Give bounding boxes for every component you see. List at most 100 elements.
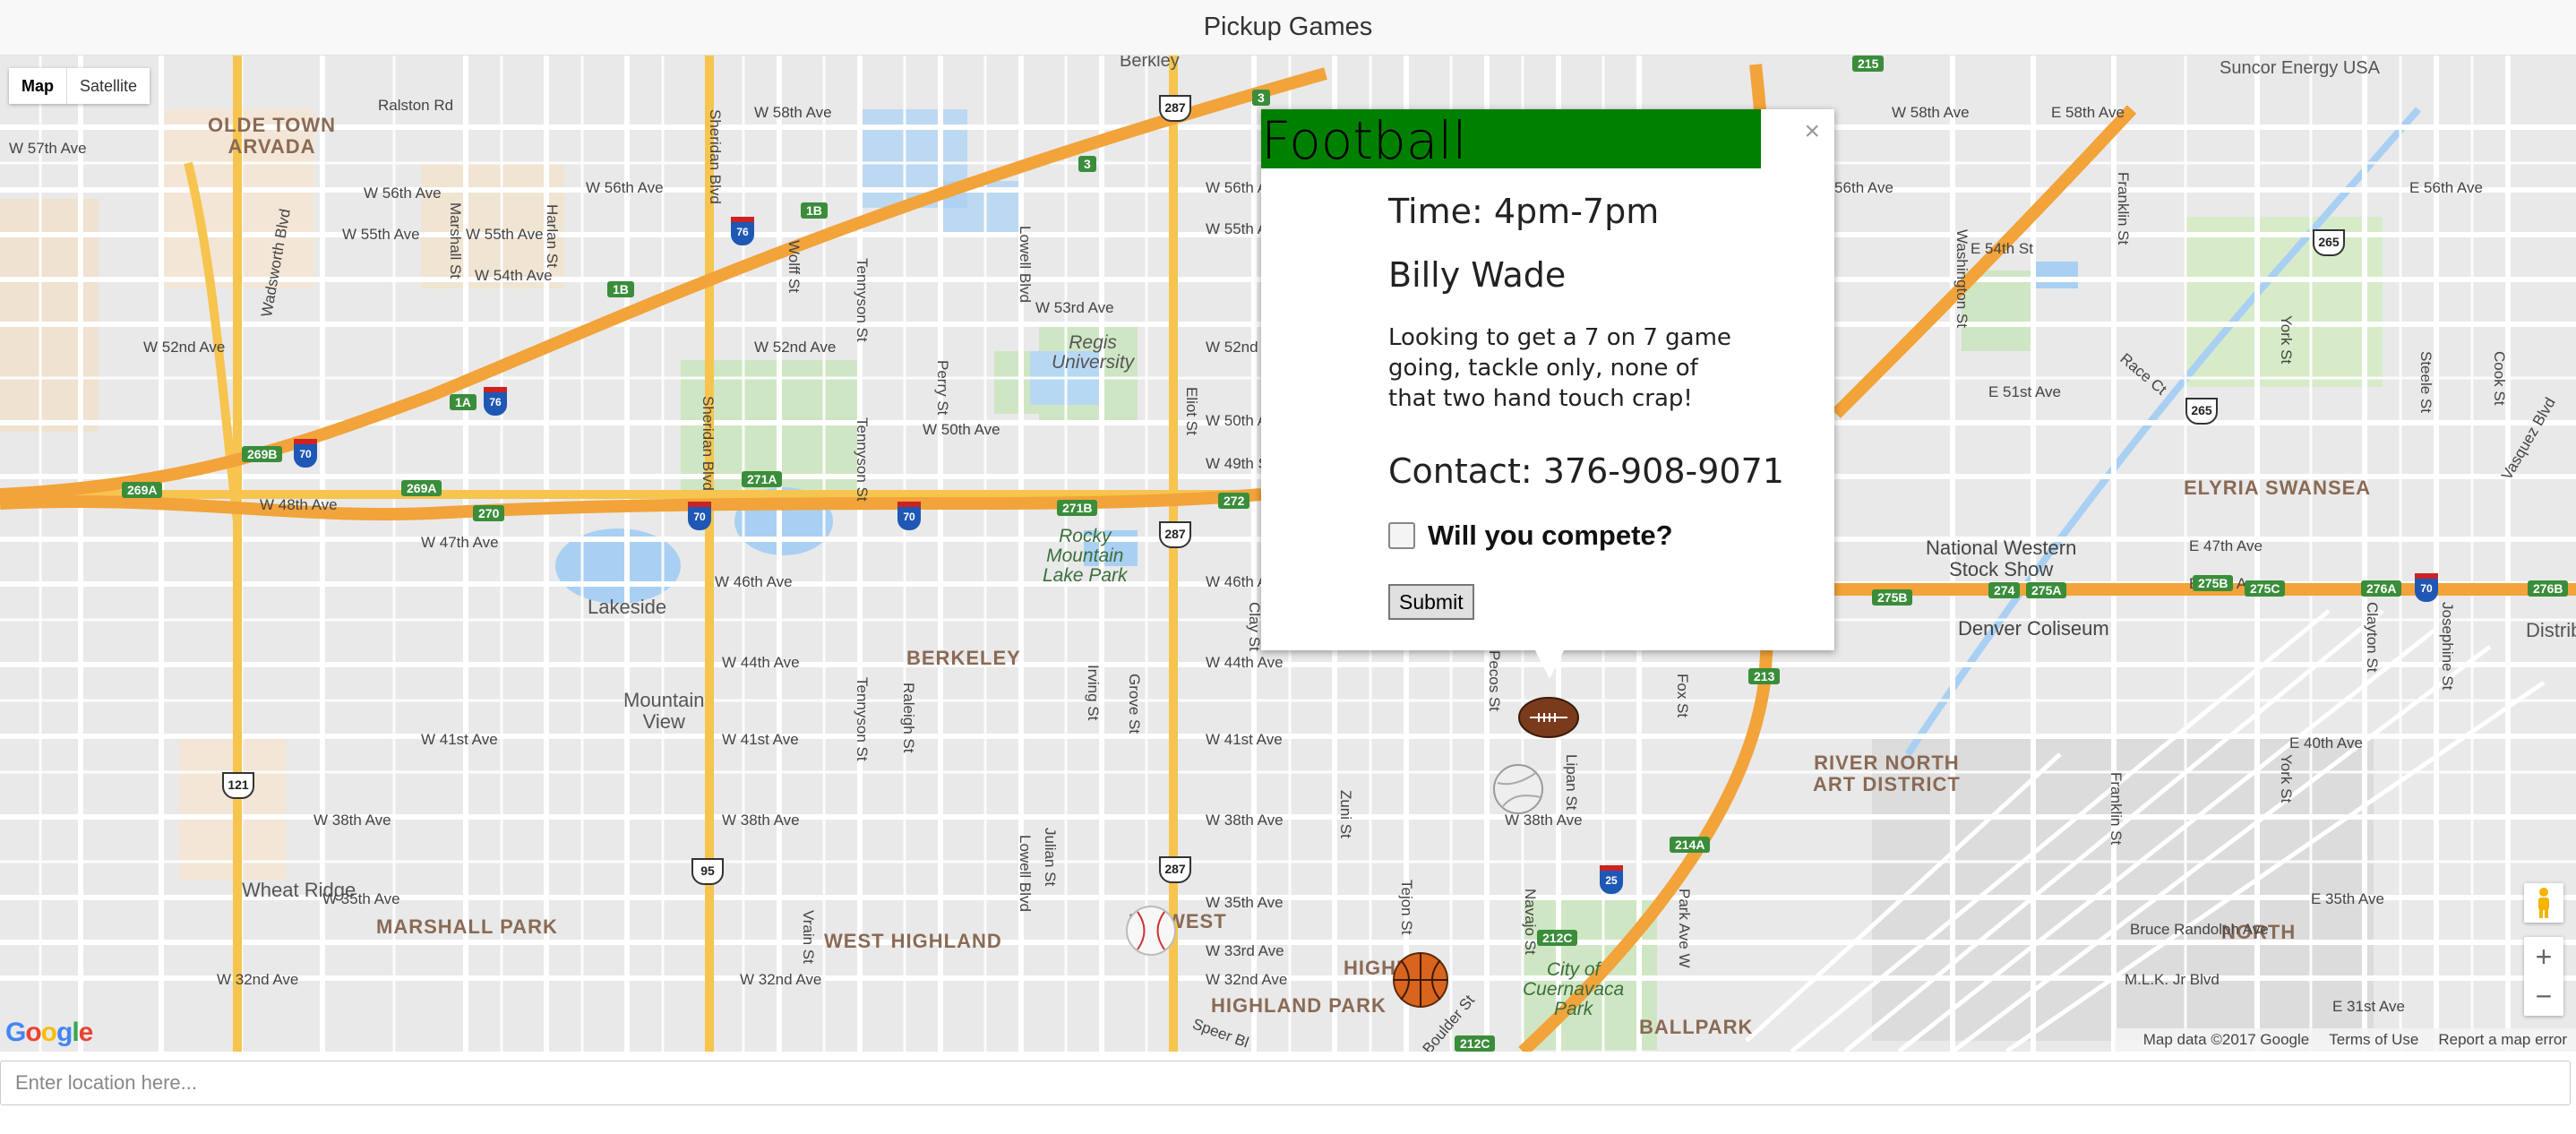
route-shield: 1B — [607, 281, 634, 297]
street-label: W 41st Ave — [722, 731, 799, 748]
location-input[interactable] — [0, 1061, 2571, 1105]
route-shield: 1B — [801, 202, 828, 219]
interstate-shield: 25 — [1600, 865, 1623, 894]
place-national-western: National Western Stock Show — [1926, 537, 2077, 580]
info-window-tail — [1535, 650, 1564, 679]
route-shield: 271A — [742, 471, 783, 487]
basketball-marker[interactable] — [1392, 951, 1449, 1009]
app-header: Pickup Games — [0, 0, 2576, 56]
pegman-icon — [2538, 888, 2549, 918]
street-label: E 58th Ave — [2051, 104, 2125, 121]
street-label: Julian St — [1042, 828, 1059, 887]
zoom-control: + − — [2524, 937, 2563, 1016]
zoom-out-button[interactable]: − — [2524, 976, 2563, 1016]
street-label: W 41st Ave — [1206, 731, 1283, 748]
football-marker[interactable] — [1517, 695, 1580, 740]
street-label: Vrain St — [800, 910, 817, 964]
street-label: Ralston Rd — [378, 97, 454, 114]
google-logo: Google — [5, 1018, 93, 1047]
interstate-shield: 70 — [897, 502, 921, 530]
route-shield: 275B — [1872, 589, 1913, 606]
route-shield: 3 — [1252, 90, 1270, 106]
street-label: Clay St — [1246, 602, 1263, 651]
area-marshall-park: MARSHALL PARK — [376, 915, 558, 938]
street-label: Tennyson St — [854, 258, 871, 342]
compete-checkbox-row[interactable]: Will you compete? — [1388, 520, 1673, 552]
street-label: W 48th Ave — [260, 496, 338, 513]
area-west-highland: WEST HIGHLAND — [824, 930, 1002, 952]
street-label: Tejon St — [1398, 880, 1415, 935]
street-label: York St — [2278, 754, 2295, 803]
map[interactable]: OLDE TOWN ARVADA BERKELEY WEST HIGHLAND … — [0, 56, 2576, 1052]
baseball-marker[interactable] — [1125, 905, 1177, 957]
street-label: Marshall St — [447, 202, 464, 279]
route-shield: 265 — [2185, 398, 2218, 425]
zoom-in-button[interactable]: + — [2524, 937, 2563, 976]
street-label: Wolff St — [786, 240, 803, 293]
street-label: Fox St — [1674, 674, 1691, 718]
place-denver-coliseum: Denver Coliseum — [1958, 617, 2109, 640]
route-shield: 215 — [1852, 56, 1885, 72]
interstate-shield: 70 — [2415, 573, 2438, 602]
volleyball-marker[interactable] — [1492, 763, 1544, 815]
compete-checkbox[interactable] — [1388, 522, 1415, 549]
route-shield: 275B — [2193, 575, 2234, 591]
street-label: Bruce Randolph Ave — [2130, 921, 2269, 938]
app-title: Pickup Games — [1203, 13, 1373, 41]
street-label: Steele St — [2417, 351, 2434, 413]
route-shield: 269B — [242, 446, 283, 462]
street-label: W 32nd Ave — [740, 971, 822, 988]
interstate-shield: 70 — [688, 502, 711, 530]
street-label: Lowell Blvd — [1017, 226, 1034, 303]
street-label: Tennyson St — [854, 417, 871, 502]
street-label: W 57th Ave — [9, 140, 87, 157]
route-shield: 275C — [2245, 580, 2286, 597]
street-label: Lipan St — [1563, 754, 1580, 811]
compete-label: Will you compete? — [1428, 520, 1673, 551]
interstate-shield: 70 — [294, 439, 317, 468]
street-label: Perry St — [934, 360, 951, 416]
route-shield: 213 — [1748, 668, 1781, 684]
street-label: W 52nd Ave — [143, 339, 226, 356]
area-elyria-swansea: ELYRIA SWANSEA — [2184, 477, 2372, 499]
route-shield: 275A — [2026, 582, 2067, 598]
submit-button[interactable]: Submit — [1388, 584, 1474, 620]
street-view-pegman[interactable] — [2524, 883, 2563, 923]
route-shield: 269A — [401, 480, 442, 496]
street-label: E 51st Ave — [1988, 383, 2061, 400]
street-label: W 32nd Ave — [217, 971, 299, 988]
street-label: W 56th Ave — [364, 185, 442, 202]
place-berkley: Berkley — [1120, 56, 1180, 71]
street-label: W 44th Ave — [1206, 654, 1284, 671]
map-view-button[interactable]: Map — [9, 68, 66, 104]
street-label: Navajo St — [1522, 889, 1539, 955]
report-error-link[interactable]: Report a map error — [2438, 1031, 2567, 1049]
route-shield: 214A — [1670, 837, 1711, 853]
route-shield: 274 — [1988, 582, 2021, 598]
street-label: W 33rd Ave — [1206, 942, 1284, 959]
close-icon[interactable]: × — [1804, 118, 1820, 145]
place-rocky-mountain-lake: Rocky Mountain Lake Park — [1043, 526, 1128, 586]
street-label: M.L.K. Jr Blvd — [2125, 971, 2220, 988]
satellite-view-button[interactable]: Satellite — [67, 68, 150, 104]
street-label: Pecos St — [1486, 650, 1503, 712]
street-label: W 35th Ave — [1206, 894, 1284, 911]
street-label: E 40th Ave — [2289, 735, 2363, 752]
route-shield: 276A — [2361, 580, 2402, 597]
street-label: W 58th Ave — [754, 104, 832, 121]
street-label: W 56th Ave — [586, 179, 664, 196]
game-info-window: Football × Time: 4pm-7pm Billy Wade Look… — [1261, 109, 1834, 650]
route-shield: 287 — [1159, 95, 1191, 122]
street-label: Zuni St — [1337, 790, 1354, 838]
street-label: Grove St — [1126, 674, 1143, 735]
route-shield: 1A — [450, 394, 477, 410]
street-label: E 56th Ave — [2409, 179, 2483, 196]
street-label: W 35th Ave — [322, 890, 400, 907]
route-shield: 265 — [2313, 229, 2345, 256]
terms-link[interactable]: Terms of Use — [2329, 1031, 2418, 1049]
street-label: W 55th Ave — [342, 226, 420, 243]
street-label: W 52nd Ave — [754, 339, 837, 356]
street-label: Sheridan Blvd — [707, 109, 724, 204]
street-label: Eliot St — [1183, 387, 1200, 435]
game-time: Time: 4pm-7pm — [1388, 192, 1660, 231]
